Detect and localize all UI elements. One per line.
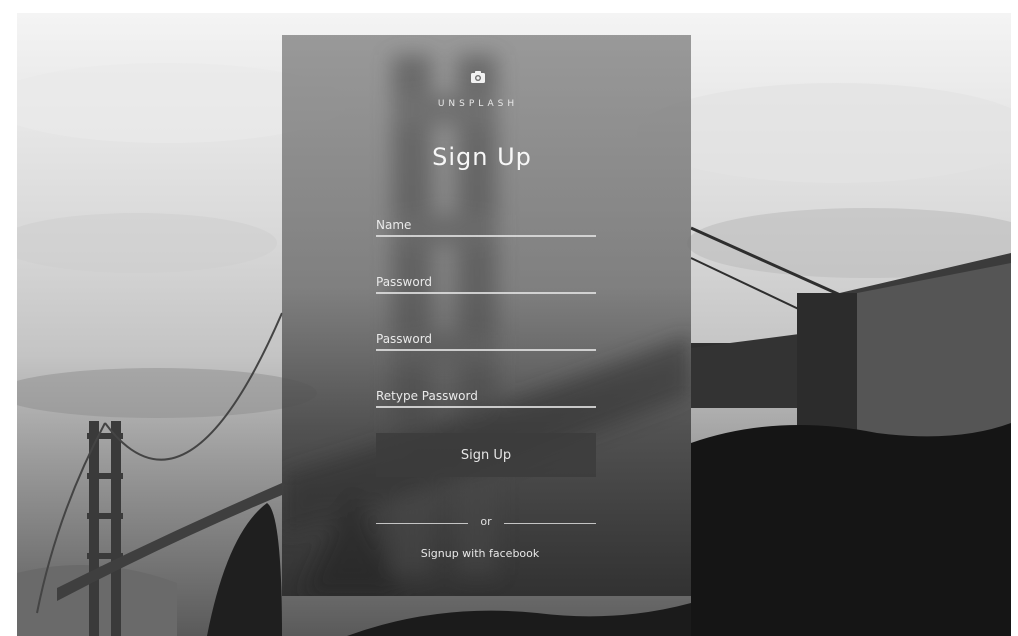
signup-panel: UNSPLASH Sign Up Sign Up or Signup with …: [282, 35, 691, 596]
retype-password-field: [376, 378, 596, 408]
name-input[interactable]: [376, 218, 594, 232]
camera-icon: [471, 71, 485, 83]
or-divider: or: [376, 515, 596, 531]
facebook-signup-link[interactable]: Signup with facebook: [282, 547, 678, 560]
background-photo: UNSPLASH Sign Up Sign Up or Signup with …: [17, 13, 1011, 636]
signup-button[interactable]: Sign Up: [376, 433, 596, 477]
password-input-2[interactable]: [376, 332, 594, 346]
blurred-tower-backdrop: [282, 55, 691, 596]
password-field-2: [376, 321, 596, 351]
password-field: [376, 264, 596, 294]
divider-text: or: [480, 515, 492, 528]
brand-name: UNSPLASH: [437, 99, 519, 109]
name-field: [376, 207, 596, 237]
page-title: Sign Up: [432, 143, 532, 171]
retype-password-input[interactable]: [376, 389, 594, 403]
divider-line-right: [504, 523, 596, 524]
password-input[interactable]: [376, 275, 594, 289]
